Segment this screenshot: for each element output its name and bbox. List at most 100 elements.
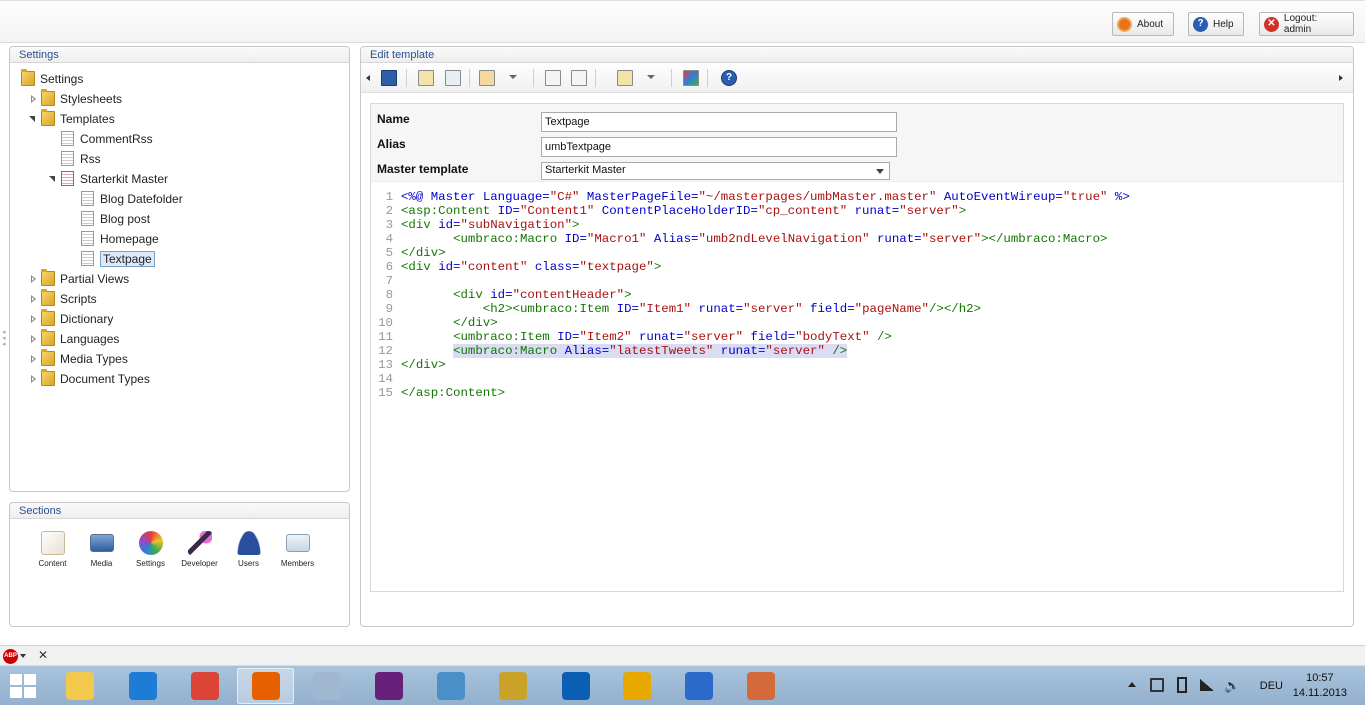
tree-node-partial-views[interactable]: Partial Views xyxy=(28,269,129,288)
expand-icon[interactable] xyxy=(28,314,38,324)
firefox-icon xyxy=(251,672,280,700)
tree-node-document-types[interactable]: Document Types xyxy=(28,369,150,388)
taskbar-app[interactable] xyxy=(237,668,294,704)
code-line[interactable]: 12 <umbraco:Macro Alias="latestTweets" r… xyxy=(371,344,1343,358)
code-line[interactable]: 8 <div id="contentHeader"> xyxy=(371,288,1343,302)
expand-icon[interactable] xyxy=(28,374,38,384)
insert-content-area-icon[interactable] xyxy=(445,70,461,86)
taskbar-app[interactable] xyxy=(360,668,417,704)
taskbar-app[interactable] xyxy=(422,668,479,704)
color-picker-icon[interactable] xyxy=(683,70,699,86)
language-indicator[interactable]: DEU xyxy=(1260,680,1283,692)
tree-node-rss[interactable]: Rss xyxy=(61,149,101,168)
collapse-icon[interactable] xyxy=(48,174,58,184)
settings-icon xyxy=(138,531,163,555)
tree-node-textpage[interactable]: Textpage xyxy=(81,249,155,268)
toolbar-scroll-left-icon[interactable] xyxy=(366,75,370,81)
section-users[interactable]: Users xyxy=(224,531,273,568)
code-text: <div id="contentHeader"> xyxy=(401,288,631,302)
tree-node-label: Homepage xyxy=(100,231,159,246)
adblock-dropdown-icon[interactable] xyxy=(20,654,26,658)
code-line[interactable]: 3 <div id="subNavigation"> xyxy=(371,218,1343,232)
save-icon[interactable] xyxy=(381,70,397,86)
visual-studio-icon xyxy=(374,672,403,700)
insert-macro-dropdown-icon[interactable] xyxy=(509,75,517,79)
close-icon[interactable]: ✕ xyxy=(38,648,48,662)
tree-node-templates[interactable]: Templates xyxy=(28,109,115,128)
taskbar-app[interactable] xyxy=(298,668,355,704)
help-icon[interactable]: ? xyxy=(721,70,737,86)
code-line[interactable]: 10 </div> xyxy=(371,316,1343,330)
tree-node-blog-post[interactable]: Blog post xyxy=(81,209,150,228)
insert-snippet-dropdown-icon[interactable] xyxy=(647,75,655,79)
tree-node-blog-datefolder[interactable]: Blog Datefolder xyxy=(81,189,183,208)
tree-node-starterkit-master[interactable]: Starterkit Master xyxy=(48,169,168,188)
about-button[interactable]: About xyxy=(1112,12,1174,36)
insert-content-placeholder-icon[interactable] xyxy=(571,70,587,86)
section-content[interactable]: Content xyxy=(28,531,77,568)
code-line[interactable]: 14 xyxy=(371,372,1343,386)
code-line[interactable]: 2 <asp:Content ID="Content1" ContentPlace… xyxy=(371,204,1343,218)
expand-icon[interactable] xyxy=(28,94,38,104)
expand-icon[interactable] xyxy=(28,354,38,364)
taskbar-app[interactable] xyxy=(547,668,604,704)
network-icon[interactable] xyxy=(1200,679,1214,691)
code-token: </div> xyxy=(453,316,498,330)
code-line[interactable]: 6 <div id="content" class="textpage"> xyxy=(371,260,1343,274)
taskbar-app[interactable] xyxy=(51,668,108,704)
code-line[interactable]: 7 xyxy=(371,274,1343,288)
tree-node-languages[interactable]: Languages xyxy=(28,329,119,348)
code-line[interactable]: 4 <umbraco:Macro ID="Macro1" Alias="umb2… xyxy=(371,232,1343,246)
alias-input[interactable] xyxy=(541,137,897,157)
taskbar-app[interactable] xyxy=(176,668,233,704)
insert-field-icon[interactable] xyxy=(418,70,434,86)
taskbar-app[interactable] xyxy=(608,668,665,704)
code-token: AutoEventWireup= xyxy=(936,190,1063,204)
tree-node-settings[interactable]: Settings xyxy=(21,69,83,88)
toolbar-scroll-right-icon[interactable] xyxy=(1339,75,1343,81)
tree-node-scripts[interactable]: Scripts xyxy=(28,289,97,308)
action-center-icon[interactable] xyxy=(1150,678,1164,692)
adblock-icon[interactable]: ABP xyxy=(3,649,18,664)
name-input[interactable] xyxy=(541,112,897,132)
section-members[interactable]: Members xyxy=(273,531,322,568)
tree-node-homepage[interactable]: Homepage xyxy=(81,229,159,248)
folder-icon xyxy=(21,69,35,86)
code-line[interactable]: 15 </asp:Content> xyxy=(371,386,1343,400)
code-line[interactable]: 9 <h2><umbraco:Item ID="Item1" runat="se… xyxy=(371,302,1343,316)
insert-snippet-icon[interactable] xyxy=(617,70,633,86)
tree-node-media-types[interactable]: Media Types xyxy=(28,349,128,368)
insert-macro-icon[interactable] xyxy=(479,70,495,86)
expand-icon[interactable] xyxy=(28,274,38,284)
code-text: </div> xyxy=(401,358,446,372)
logout-button[interactable]: ✕ Logout: admin xyxy=(1259,12,1354,36)
code-line[interactable]: 5 </div> xyxy=(371,246,1343,260)
battery-icon[interactable] xyxy=(1177,677,1187,693)
taskbar-app[interactable] xyxy=(484,668,541,704)
code-line[interactable]: 13 </div> xyxy=(371,358,1343,372)
taskbar-app[interactable] xyxy=(670,668,727,704)
tree-node-dictionary[interactable]: Dictionary xyxy=(28,309,113,328)
section-media[interactable]: Media xyxy=(77,531,126,568)
tree-node-stylesheets[interactable]: Stylesheets xyxy=(28,89,122,108)
tree-node-commentrss[interactable]: CommentRss xyxy=(61,129,153,148)
taskbar-app[interactable] xyxy=(732,668,789,704)
section-settings[interactable]: Settings xyxy=(126,531,175,568)
code-editor[interactable]: 1 <%@ Master Language="C#" MasterPageFile… xyxy=(371,190,1343,400)
insert-placeholder-icon[interactable] xyxy=(545,70,561,86)
expand-icon[interactable] xyxy=(28,334,38,344)
windows-start-icon[interactable] xyxy=(10,674,38,698)
code-line[interactable]: 1 <%@ Master Language="C#" MasterPageFile… xyxy=(371,190,1343,204)
panel-resize-handle[interactable]: ◂ ◂ ◂ xyxy=(2,329,6,348)
taskbar-app[interactable] xyxy=(114,668,171,704)
help-button[interactable]: ? Help xyxy=(1188,12,1244,36)
master-template-select[interactable]: Starterkit Master xyxy=(541,162,890,180)
clock[interactable]: 10:57 14.11.2013 xyxy=(1293,671,1347,701)
volume-icon[interactable]: 🔈 xyxy=(1224,678,1240,694)
expand-icon[interactable] xyxy=(28,294,38,304)
collapse-icon[interactable] xyxy=(28,114,38,124)
code-line[interactable]: 11 <umbraco:Item ID="Item2" runat="serve… xyxy=(371,330,1343,344)
show-hidden-icons-icon[interactable] xyxy=(1128,682,1136,687)
section-developer[interactable]: Developer xyxy=(175,531,224,568)
template-properties: Name Alias Master template Starterkit Ma… xyxy=(371,104,1343,182)
